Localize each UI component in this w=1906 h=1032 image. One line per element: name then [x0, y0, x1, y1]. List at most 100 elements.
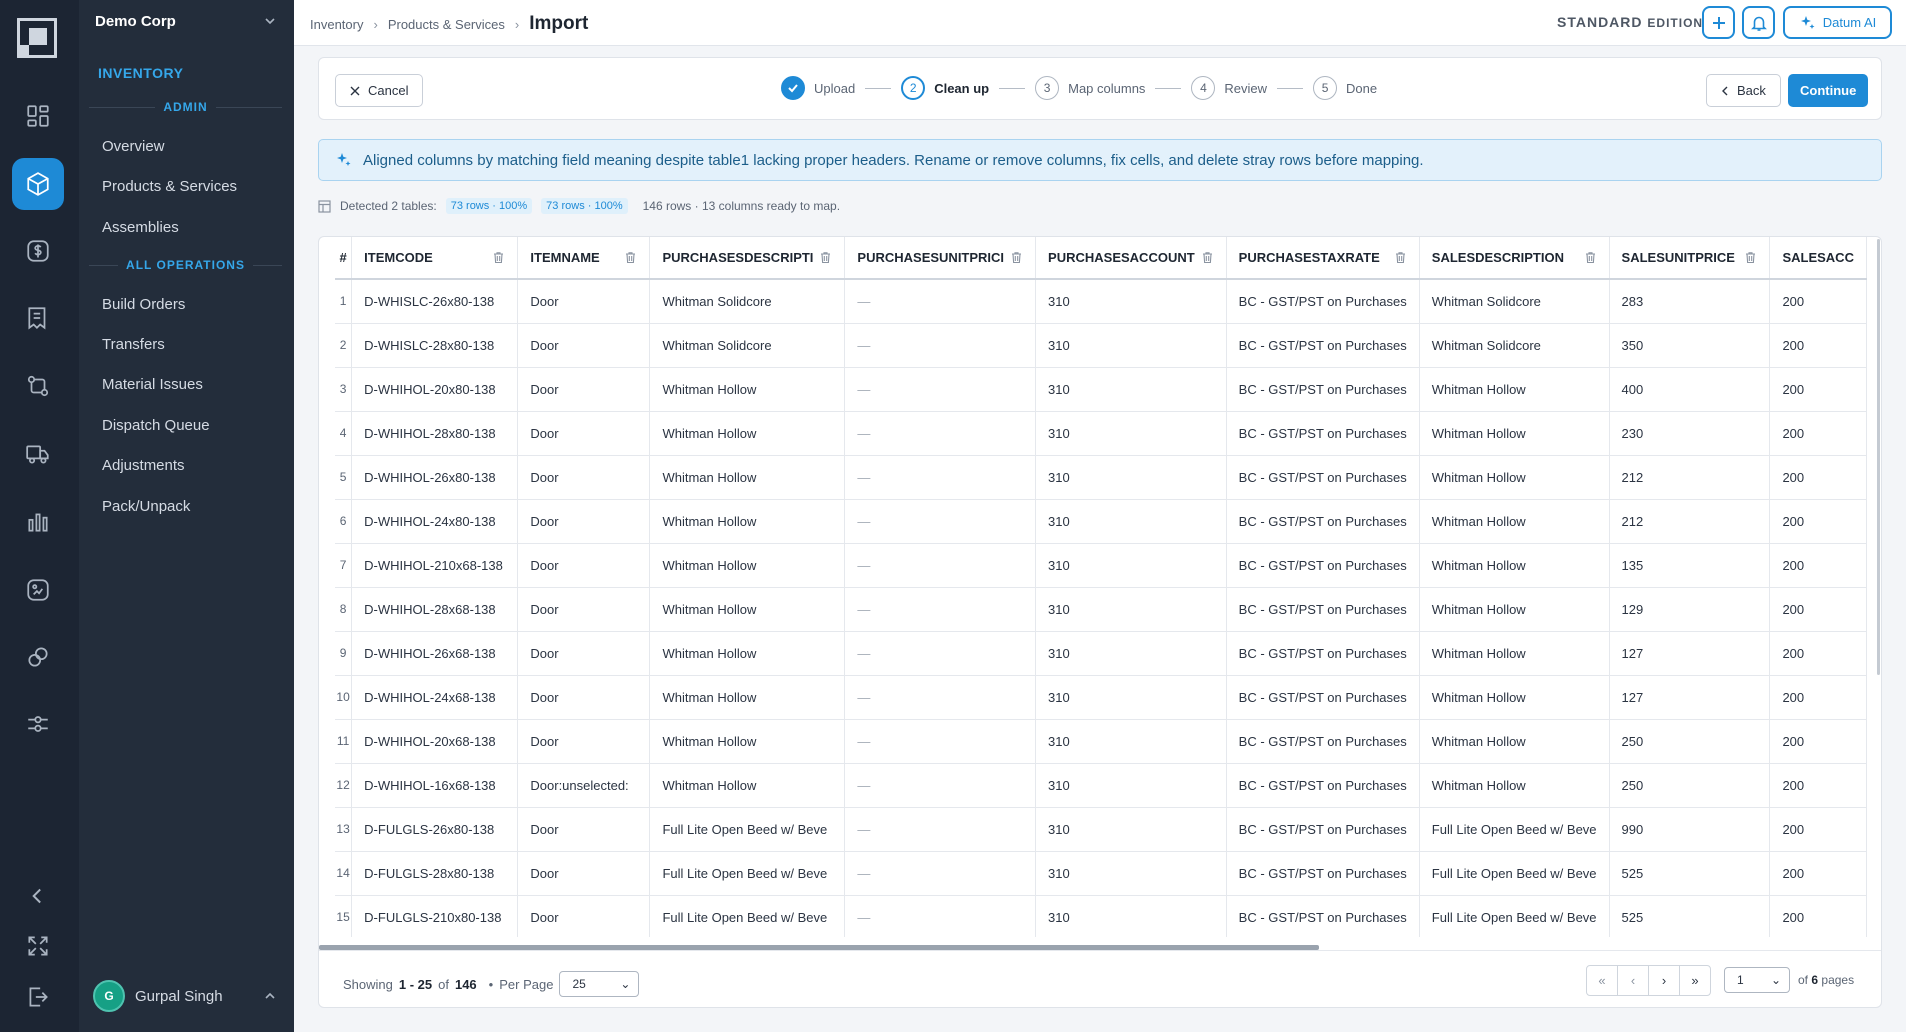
table-cell[interactable]: Whitman Hollow	[1419, 675, 1610, 720]
table-cell[interactable]: Whitman Hollow	[1419, 763, 1610, 808]
table-cell[interactable]: D-WHIHOL-210x68-138	[351, 543, 519, 588]
table-cell[interactable]: BC - GST/PST on Purchases	[1226, 499, 1420, 544]
table-cell[interactable]: Door	[517, 323, 651, 368]
table-cell[interactable]: Whitman Hollow	[649, 543, 846, 588]
table-cell[interactable]: Door	[517, 631, 651, 676]
table-cell[interactable]: BC - GST/PST on Purchases	[1226, 631, 1420, 676]
sidebar-item-pack-unpack[interactable]: Pack/Unpack	[102, 498, 190, 515]
table-badge[interactable]: 73 rows · 100%	[541, 198, 628, 214]
table-cell[interactable]: —	[844, 895, 1037, 937]
vertical-scrollbar[interactable]	[1877, 239, 1880, 675]
table-cell[interactable]: 200	[1769, 807, 1867, 852]
notifications-button[interactable]	[1742, 6, 1775, 39]
column-header[interactable]: SALESDESCRIPTION	[1419, 237, 1610, 280]
table-row[interactable]: 15 D-FULGLS-210x80-138 Door Full Lite Open …	[335, 895, 1867, 937]
table-cell[interactable]: BC - GST/PST on Purchases	[1226, 367, 1420, 412]
trash-icon[interactable]	[1744, 251, 1757, 264]
table-cell[interactable]: Door	[517, 675, 651, 720]
table-cell[interactable]: 200	[1769, 499, 1867, 544]
trash-icon[interactable]	[1584, 251, 1597, 264]
table-cell[interactable]: 200	[1769, 279, 1867, 324]
table-cell[interactable]: Whitman Hollow	[1419, 631, 1610, 676]
dollar-icon[interactable]	[12, 225, 64, 277]
user-menu[interactable]: G Gurpal Singh	[93, 980, 223, 1012]
table-cell[interactable]: Whitman Hollow	[649, 411, 846, 456]
table-cell[interactable]: Full Lite Open Beed w/ Beve	[1419, 807, 1610, 852]
settings-sliders-icon[interactable]	[12, 698, 64, 750]
logout-icon[interactable]	[12, 971, 64, 1023]
step-map-columns[interactable]: 3 Map columns	[1035, 76, 1145, 100]
app-logo-icon[interactable]	[17, 18, 57, 58]
table-cell[interactable]: Whitman Hollow	[649, 455, 846, 500]
table-cell[interactable]: BC - GST/PST on Purchases	[1226, 455, 1420, 500]
table-cell[interactable]: D-WHIHOL-28x68-138	[351, 587, 519, 632]
table-cell[interactable]: BC - GST/PST on Purchases	[1226, 807, 1420, 852]
table-cell[interactable]: Whitman Hollow	[649, 587, 846, 632]
table-row[interactable]: 1 D-WHISLC-26x80-138 Door Whitman Solidcore…	[335, 279, 1867, 324]
table-cell[interactable]: —	[844, 367, 1037, 412]
table-cell[interactable]: D-WHIHOL-26x68-138	[351, 631, 519, 676]
table-cell[interactable]: Door	[517, 455, 651, 500]
first-page-button[interactable]: «	[1586, 965, 1618, 996]
table-cell[interactable]: Whitman Hollow	[1419, 719, 1610, 764]
table-cell[interactable]: D-WHIHOL-20x68-138	[351, 719, 519, 764]
table-cell[interactable]: 310	[1035, 587, 1227, 632]
table-cell[interactable]: Whitman Hollow	[649, 367, 846, 412]
table-cell[interactable]: —	[844, 323, 1037, 368]
step-upload[interactable]: Upload	[781, 76, 855, 100]
continue-button[interactable]: Continue	[1788, 74, 1869, 107]
inventory-box-icon[interactable]	[12, 158, 64, 210]
table-cell[interactable]: 310	[1035, 499, 1227, 544]
table-cell[interactable]: Door	[517, 719, 651, 764]
table-cell[interactable]: Whitman Hollow	[1419, 411, 1610, 456]
column-header[interactable]: ITEMNAME	[517, 237, 651, 280]
table-cell[interactable]: 200	[1769, 543, 1867, 588]
table-row[interactable]: 7 D-WHIHOL-210x68-138 Door Whitman Hollow —3…	[335, 543, 1867, 588]
table-cell[interactable]: Full Lite Open Beed w/ Beve	[649, 807, 846, 852]
reports-icon[interactable]	[12, 564, 64, 616]
table-cell[interactable]: 350	[1609, 323, 1771, 368]
table-cell[interactable]: 310	[1035, 719, 1227, 764]
table-cell[interactable]: Whitman Hollow	[649, 763, 846, 808]
table-cell[interactable]: Door	[517, 279, 651, 324]
table-cell[interactable]: BC - GST/PST on Purchases	[1226, 411, 1420, 456]
truck-icon[interactable]	[12, 428, 64, 480]
trash-icon[interactable]	[624, 251, 637, 264]
table-row[interactable]: 13 D-FULGLS-26x80-138 Door Full Lite Open B…	[335, 807, 1867, 852]
breadcrumb-inventory[interactable]: Inventory	[310, 17, 363, 32]
table-cell[interactable]: 250	[1609, 719, 1771, 764]
transfer-icon[interactable]	[12, 360, 64, 412]
table-row[interactable]: 4 D-WHIHOL-28x80-138 Door Whitman Hollow —31…	[335, 411, 1867, 456]
datum-ai-button[interactable]: Datum AI	[1783, 6, 1892, 39]
table-row[interactable]: 10 D-WHIHOL-24x68-138 Door Whitman Hollow —3…	[335, 675, 1867, 720]
table-cell[interactable]: BC - GST/PST on Purchases	[1226, 587, 1420, 632]
trash-icon[interactable]	[492, 251, 505, 264]
sidebar-item-products-services[interactable]: Products & Services	[102, 178, 237, 195]
table-cell[interactable]: Whitman Solidcore	[649, 279, 846, 324]
chevron-down-icon[interactable]	[263, 14, 277, 28]
table-cell[interactable]: BC - GST/PST on Purchases	[1226, 719, 1420, 764]
table-cell[interactable]: 310	[1035, 895, 1227, 937]
table-cell[interactable]: Door	[517, 499, 651, 544]
table-cell[interactable]: Whitman Hollow	[1419, 587, 1610, 632]
table-cell[interactable]: 200	[1769, 631, 1867, 676]
table-cell[interactable]: 200	[1769, 455, 1867, 500]
table-cell[interactable]: 400	[1609, 367, 1771, 412]
trash-icon[interactable]	[1201, 251, 1214, 264]
step-clean-up[interactable]: 2 Clean up	[901, 76, 989, 100]
trash-icon[interactable]	[819, 251, 832, 264]
table-row[interactable]: 6 D-WHIHOL-24x80-138 Door Whitman Hollow —31…	[335, 499, 1867, 544]
table-cell[interactable]: —	[844, 763, 1037, 808]
table-cell[interactable]: 525	[1609, 895, 1771, 937]
table-row[interactable]: 3 D-WHIHOL-20x80-138 Door Whitman Hollow —31…	[335, 367, 1867, 412]
column-header[interactable]: ITEMCODE	[351, 237, 519, 280]
sidebar-item-transfers[interactable]: Transfers	[102, 336, 165, 353]
table-cell[interactable]: —	[844, 499, 1037, 544]
table-cell[interactable]: 990	[1609, 807, 1771, 852]
next-page-button[interactable]: ›	[1648, 965, 1680, 996]
table-cell[interactable]: D-WHIHOL-24x80-138	[351, 499, 519, 544]
table-cell[interactable]: —	[844, 455, 1037, 500]
table-cell[interactable]: 200	[1769, 675, 1867, 720]
step-done[interactable]: 5 Done	[1313, 76, 1377, 100]
table-cell[interactable]: D-WHIHOL-16x68-138	[351, 763, 519, 808]
